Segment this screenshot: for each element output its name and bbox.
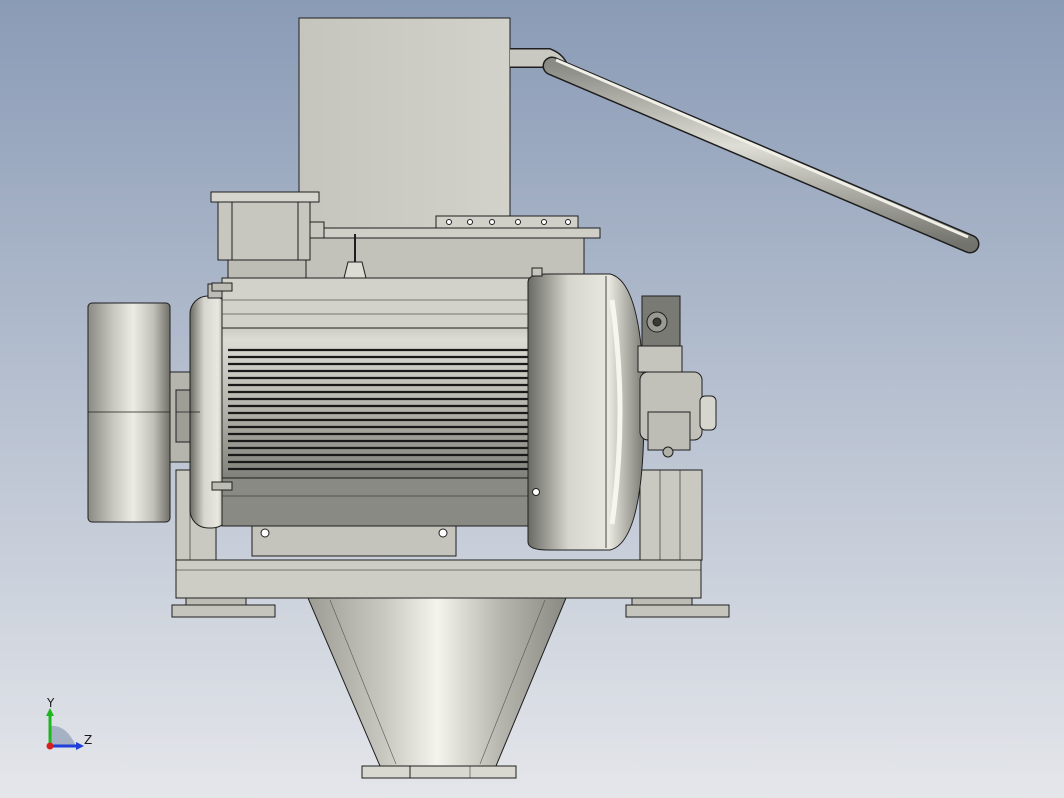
y-axis-label: Y (46, 696, 55, 710)
motor-body[interactable] (211, 277, 535, 527)
z-axis-label: Z (84, 733, 92, 747)
triad-shadow (50, 725, 76, 746)
coordinate-triad[interactable]: Y Z (38, 696, 98, 756)
cad-viewport[interactable] (0, 0, 1064, 798)
top-housing-box[interactable] (298, 17, 511, 229)
z-axis-arrow-icon (76, 742, 84, 750)
x-axis-dot-icon (46, 742, 54, 750)
motor-end-cap-right[interactable] (527, 267, 645, 551)
